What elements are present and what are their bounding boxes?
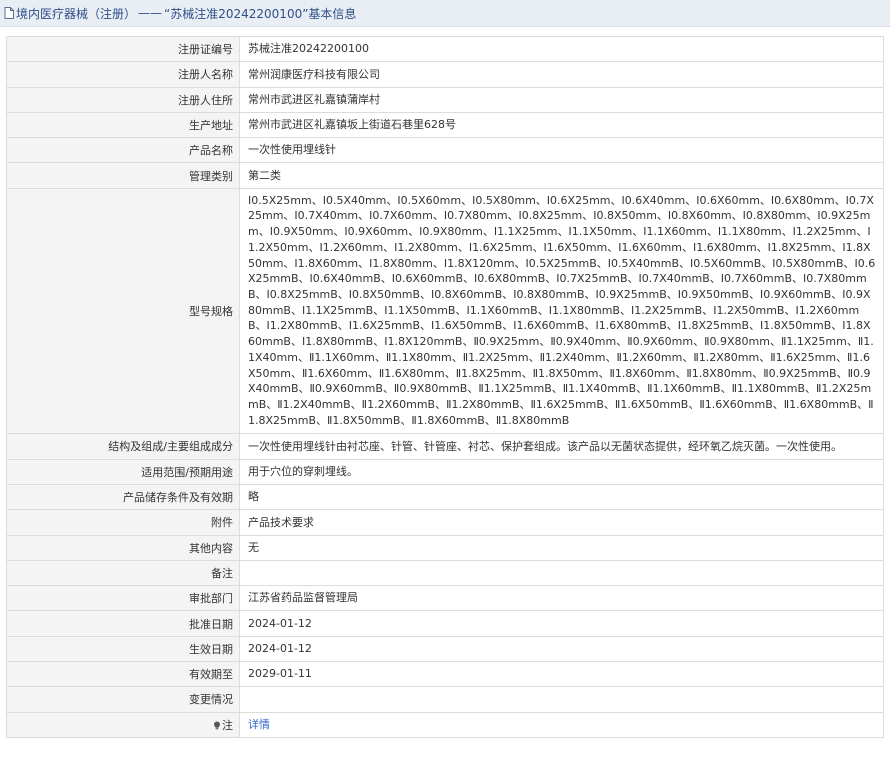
row-label: 注册证编号 [6,35,240,63]
row-value: 常州市武进区礼嘉镇坂上街道石巷里628号 [239,111,884,139]
row-label: 变更情况 [6,686,240,713]
row-label: 结构及组成/主要组成成分 [6,433,240,460]
table-row: 备注 [6,559,884,587]
model-spec-list: Ⅰ0.5X25mm、Ⅰ0.5X40mm、Ⅰ0.5X60mm、Ⅰ0.5X80mm、… [239,187,884,435]
note-value-cell: 详情 [239,711,884,738]
document-icon [4,7,14,19]
row-value: 第二类 [239,162,884,189]
table-row: 变更情况 [6,686,884,713]
table-row: 有效期至 2029-01-11 [6,660,884,688]
row-value: 2024-01-12 [239,610,884,637]
row-label: 批准日期 [6,610,240,637]
row-label: 备注 [6,559,240,587]
row-value: 常州润康医疗科技有限公司 [239,61,884,88]
row-value: 2029-01-11 [239,660,884,688]
table-row: 结构及组成/主要组成成分 一次性使用埋线针由衬芯座、针管、针管座、衬芯、保护套组… [6,433,884,460]
table-row: 适用范围/预期用途 用于穴位的穿刺埋线。 [6,458,884,485]
row-label: 审批部门 [6,585,240,612]
row-value: 2024-01-12 [239,635,884,663]
note-label-cell: 注 [6,711,240,738]
table-row: 管理类别 第二类 [6,162,884,189]
row-value: 产品技术要求 [239,509,884,536]
row-label: 有效期至 [6,660,240,688]
table-row: 审批部门 江苏省药品监督管理局 [6,585,884,612]
row-value: 一次性使用埋线针由衬芯座、针管、针管座、衬芯、保护套组成。该产品以无菌状态提供，… [239,433,884,460]
row-label: 适用范围/预期用途 [6,458,240,485]
table-row: 生效日期 2024-01-12 [6,635,884,663]
row-label: 注册人住所 [6,86,240,113]
details-link[interactable]: 详情 [248,718,270,731]
row-label: 生产地址 [6,111,240,139]
table-row: 批准日期 2024-01-12 [6,610,884,637]
row-value: 江苏省药品监督管理局 [239,585,884,612]
row-label: 其他内容 [6,534,240,561]
table-row: 附件 产品技术要求 [6,509,884,536]
table-row-model-spec: 型号规格 Ⅰ0.5X25mm、Ⅰ0.5X40mm、Ⅰ0.5X60mm、Ⅰ0.5X… [6,187,884,435]
row-value: 一次性使用埋线针 [239,137,884,164]
row-label: 附件 [6,509,240,536]
table-row: 注册人名称 常州润康医疗科技有限公司 [6,61,884,88]
header-category: 境内医疗器械（注册） [16,6,137,21]
table-row: 生产地址 常州市武进区礼嘉镇坂上街道石巷里628号 [6,111,884,139]
row-label: 管理类别 [6,162,240,189]
row-label: 生效日期 [6,635,240,663]
table-row: 注册人住所 常州市武进区礼嘉镇蒲岸村 [6,86,884,113]
row-value [239,559,884,587]
header-title: “苏械注准20242200100”基本信息 [164,6,357,21]
table-row: 产品名称 一次性使用埋线针 [6,137,884,164]
row-label: 产品储存条件及有效期 [6,483,240,511]
row-label: 注册人名称 [6,61,240,88]
registration-info-table: 注册证编号 苏械注准20242200100 注册人名称 常州润康医疗科技有限公司… [6,35,884,738]
row-value: 用于穴位的穿刺埋线。 [239,458,884,485]
table-row: 注册证编号 苏械注准20242200100 [6,35,884,63]
row-value [239,686,884,713]
row-label: 型号规格 [6,187,240,435]
table-row: 其他内容 无 [6,534,884,561]
row-value: 苏械注准20242200100 [239,35,884,63]
lightbulb-icon [214,721,220,730]
row-value: 略 [239,483,884,511]
note-label: 注 [222,718,233,732]
row-label: 产品名称 [6,137,240,164]
row-value: 常州市武进区礼嘉镇蒲岸村 [239,86,884,113]
table-row: 产品储存条件及有效期 略 [6,483,884,511]
table-row-note: 注 详情 [6,711,884,738]
row-value: 无 [239,534,884,561]
page-header: 境内医疗器械（注册） —— “苏械注准20242200100”基本信息 [0,0,890,27]
header-separator: —— [138,6,163,20]
